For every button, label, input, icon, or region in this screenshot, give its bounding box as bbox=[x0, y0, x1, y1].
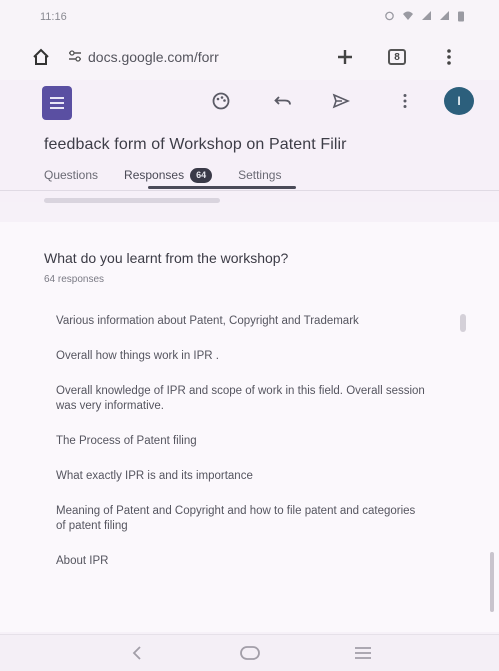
browser-url-bar: docs.google.com/forr 8 bbox=[0, 34, 499, 80]
tab-settings[interactable]: Settings bbox=[238, 168, 281, 182]
avatar[interactable]: I bbox=[444, 87, 474, 115]
signal-icon bbox=[421, 10, 432, 24]
list-item: What exactly IPR is and its importance bbox=[56, 470, 253, 482]
recents-icon[interactable] bbox=[348, 641, 378, 665]
active-tab-indicator bbox=[148, 186, 296, 189]
page-scrollbar[interactable] bbox=[490, 552, 494, 612]
google-forms-logo[interactable] bbox=[42, 86, 72, 120]
list-item: Overall how things work in IPR . bbox=[56, 350, 219, 362]
tune-icon[interactable] bbox=[68, 49, 82, 65]
palette-icon[interactable] bbox=[208, 88, 234, 114]
tab-label: Questions bbox=[44, 168, 99, 182]
answers-list: Various information about Patent, Copyri… bbox=[56, 314, 426, 589]
battery-icon bbox=[457, 10, 465, 25]
answers-scrollbar[interactable] bbox=[460, 314, 466, 332]
wifi-icon bbox=[402, 10, 414, 24]
list-item: About IPR bbox=[56, 555, 109, 567]
tabs-count: 8 bbox=[388, 49, 406, 65]
tab-label: Responses bbox=[124, 168, 185, 182]
list-item: The Process of Patent filing bbox=[56, 435, 197, 447]
tab-responses[interactable]: Responses 64 bbox=[124, 167, 213, 183]
system-nav-bar bbox=[0, 634, 499, 671]
url-text: docs.google.com/forr bbox=[88, 49, 219, 65]
tab-questions[interactable]: Questions bbox=[44, 168, 98, 182]
form-tabs: Questions Responses 64 Settings bbox=[44, 164, 307, 186]
home-circle-icon[interactable] bbox=[235, 641, 265, 665]
undo-icon[interactable] bbox=[270, 88, 296, 114]
list-item: Meaning of Patent and Copyright and how … bbox=[56, 505, 416, 532]
question-responses-count: 64 responses bbox=[44, 274, 105, 285]
send-icon[interactable] bbox=[328, 88, 354, 114]
more-vert-icon[interactable] bbox=[438, 46, 460, 68]
plus-icon[interactable] bbox=[334, 46, 356, 68]
url-field[interactable]: docs.google.com/forr bbox=[68, 49, 308, 65]
browser-actions: 8 bbox=[334, 46, 460, 68]
alarm-icon bbox=[384, 10, 395, 24]
responses-count-badge: 64 bbox=[190, 167, 213, 183]
tab-label: Settings bbox=[238, 168, 282, 182]
signal-icon bbox=[439, 10, 450, 24]
status-time: 11:16 bbox=[40, 11, 67, 23]
question-title: What do you learnt from the workshop? bbox=[44, 250, 289, 266]
status-bar: 11:16 bbox=[0, 0, 499, 34]
back-icon[interactable] bbox=[122, 641, 152, 665]
more-vert-icon[interactable] bbox=[392, 88, 418, 114]
form-title: feedback form of Workshop on Patent Fili… bbox=[44, 136, 347, 153]
tabs-icon[interactable]: 8 bbox=[386, 46, 408, 68]
list-item: Various information about Patent, Copyri… bbox=[56, 315, 359, 327]
status-icons bbox=[384, 10, 465, 25]
faded-summary-bar bbox=[44, 198, 220, 203]
header-divider bbox=[0, 190, 499, 191]
list-item: Overall knowledge of IPR and scope of wo… bbox=[56, 385, 425, 412]
home-icon[interactable] bbox=[30, 46, 52, 68]
